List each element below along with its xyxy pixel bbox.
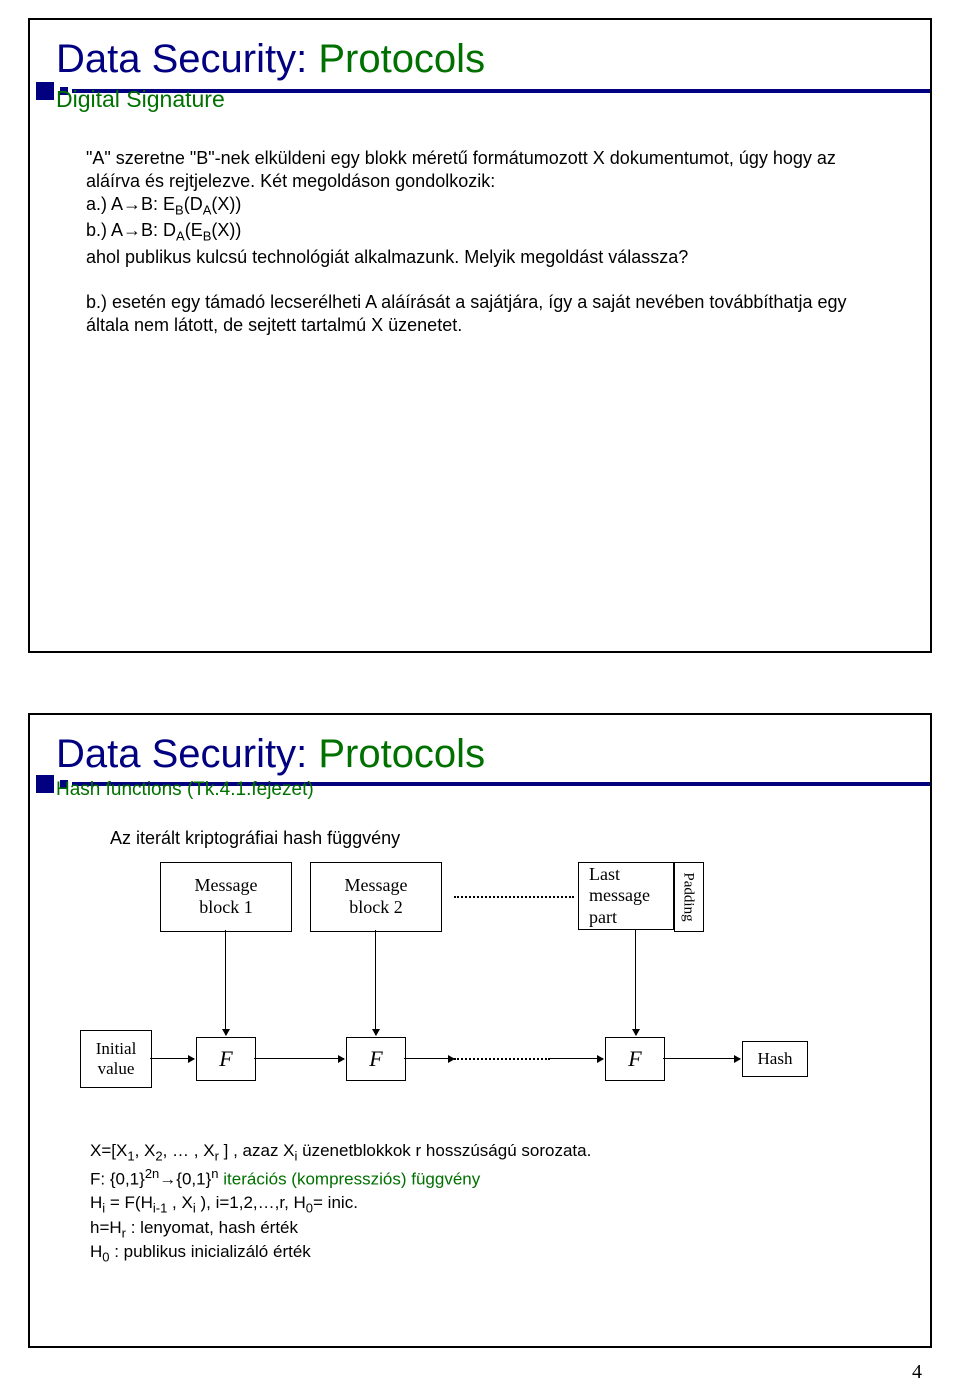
block-message-1: Message block 1 — [160, 862, 292, 932]
title-part2: Protocols — [318, 37, 485, 81]
hash-diagram: Message block 1 Message block 2 Last mes… — [80, 862, 840, 1122]
block-f-2: F — [346, 1037, 406, 1081]
slide-subtitle: Digital Signature — [56, 86, 930, 113]
formula-line-5: H0 : publikus inicializáló érték — [90, 1241, 894, 1266]
title-part2: Protocols — [318, 732, 485, 776]
arrow-right-icon — [254, 1058, 344, 1059]
tech-note: ahol publikus kulcsú technológiát alkalm… — [86, 246, 894, 269]
block-padding: Padding — [674, 862, 704, 932]
arrow-right-icon — [404, 1058, 454, 1059]
arrow-right-icon — [150, 1058, 194, 1059]
block-initial-value: Initial value — [80, 1030, 152, 1088]
answer-text: b.) esetén egy támadó lecserélheti A alá… — [86, 291, 894, 337]
page-number: 4 — [912, 1361, 922, 1384]
block-f-3: F — [605, 1037, 665, 1081]
title-part1: Data Security: — [56, 732, 318, 776]
formula-line-4: h=Hr : lenyomat, hash érték — [90, 1217, 894, 1242]
arrow-down-icon — [225, 930, 226, 1035]
formula-block: X=[X1, X2, … , Xr ] , azaz Xi üzenetblok… — [90, 1140, 894, 1266]
block-message-2: Message block 2 — [310, 862, 442, 932]
slide-title: Data Security: Protocols — [56, 38, 930, 80]
arrow-down-icon — [635, 930, 636, 1035]
intro-text: Az iterált kriptográfiai hash függvény — [110, 827, 894, 850]
slide-1: Data Security: Protocols Digital Signatu… — [28, 18, 932, 653]
arrow-right-icon — [663, 1058, 740, 1059]
intro-text: "A" szeretne "B"-nek elküldeni egy blokk… — [86, 147, 894, 193]
formula-line-2: F: {0,1}2n→{0,1}n iterációs (kompresszió… — [90, 1165, 894, 1192]
title-part1: Data Security: — [56, 37, 318, 81]
block-last-message: Last message part — [578, 862, 674, 930]
slide-title: Data Security: Protocols — [56, 733, 930, 775]
option-b: b.) A→B: DA(EB(X)) — [86, 219, 894, 245]
slide-subtitle: Hash functions (Tk.4.1.fejezet) — [56, 779, 930, 801]
block-f-1: F — [196, 1037, 256, 1081]
dots-icon — [454, 1058, 550, 1060]
slide-2: Data Security: Protocols Hash functions … — [28, 713, 932, 1348]
block-hash: Hash — [742, 1041, 808, 1077]
formula-line-3: Hi = F(Hi-1 , Xi ), i=1,2,…,r, H0= inic. — [90, 1192, 894, 1217]
arrow-right-icon — [550, 1058, 603, 1059]
option-a: a.) A→B: EB(DA(X)) — [86, 193, 894, 219]
arrow-down-icon — [375, 930, 376, 1035]
formula-line-1: X=[X1, X2, … , Xr ] , azaz Xi üzenetblok… — [90, 1140, 894, 1165]
dots-icon — [454, 896, 574, 898]
